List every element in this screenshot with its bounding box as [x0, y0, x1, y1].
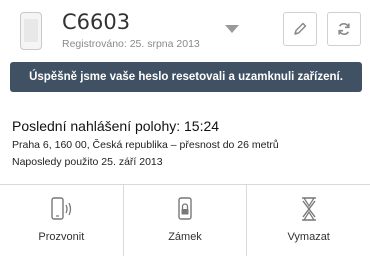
pencil-icon	[294, 22, 307, 35]
device-name: C6603	[62, 10, 131, 34]
chevron-down-icon[interactable]	[225, 25, 239, 33]
action-bar: Prozvonit Zámek Vymazat	[0, 184, 370, 256]
phone-lock-icon	[171, 195, 199, 223]
location-title: Poslední nahlášení polohy: 15:24	[12, 118, 220, 134]
last-used: Naposledy použito 25. září 2013	[12, 156, 163, 168]
registration-date: Registrováno: 25. srpna 2013	[62, 38, 200, 50]
status-banner: Úspěšně jsme vaše heslo resetovali a uza…	[10, 62, 362, 92]
device-manager-panel: C6603 Registrováno: 25. srpna 2013 Úspěš…	[0, 0, 370, 256]
ring-button[interactable]: Prozvonit	[0, 185, 124, 256]
phone-wipe-icon	[295, 195, 323, 223]
ring-label: Prozvonit	[38, 231, 85, 243]
phone-ring-icon	[47, 195, 75, 223]
wipe-button[interactable]: Vymazat	[247, 185, 370, 256]
lock-button[interactable]: Zámek	[123, 185, 248, 256]
wipe-label: Vymazat	[287, 231, 330, 243]
refresh-button[interactable]	[327, 12, 361, 46]
lock-label: Zámek	[168, 231, 202, 243]
phone-thumbnail-icon	[20, 12, 42, 50]
location-address: Praha 6, 160 00, Česká republika – přesn…	[12, 139, 279, 151]
refresh-icon	[338, 23, 350, 35]
edit-button[interactable]	[283, 12, 317, 46]
